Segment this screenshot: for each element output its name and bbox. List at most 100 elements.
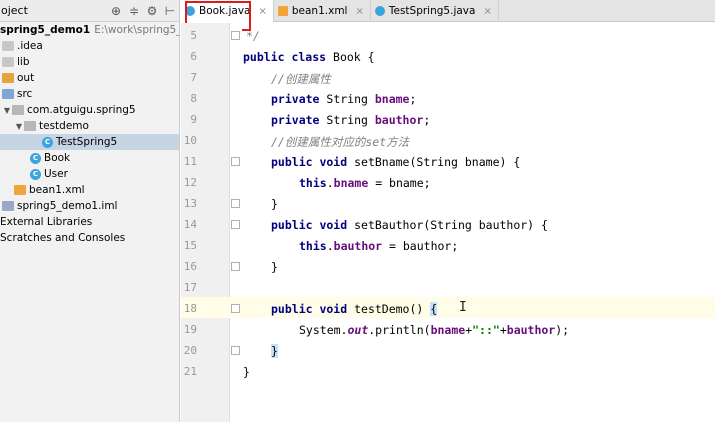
- tree-item-bean1[interactable]: bean1.xml: [14, 182, 85, 198]
- code-line: public void setBauthor(String bauthor) {: [271, 218, 548, 232]
- tree-item-label: bean1.xml: [29, 184, 85, 196]
- fold-marker-icon[interactable]: [231, 199, 240, 208]
- line-number: 5: [190, 29, 197, 42]
- tree-item-label: Book: [44, 152, 71, 164]
- tree-item-book[interactable]: C Book: [30, 150, 70, 166]
- code-line: }: [271, 260, 278, 274]
- tree-item-user[interactable]: C User: [30, 166, 68, 182]
- xml-file-icon: [277, 6, 288, 16]
- code-line: //创建属性对应的set方法: [271, 135, 410, 149]
- code-line: public class Book {: [243, 50, 375, 64]
- fold-marker-icon[interactable]: [231, 31, 240, 40]
- tree-item-label: spring5_demo1: [0, 24, 91, 36]
- code-line: System.out.println(bname+"::"+bauthor);: [299, 323, 570, 337]
- tree-item-out[interactable]: out: [2, 70, 34, 86]
- tree-item-iml[interactable]: spring5_demo1.iml: [2, 198, 117, 214]
- fold-marker-icon[interactable]: [231, 157, 240, 166]
- fold-marker-icon[interactable]: [231, 220, 240, 229]
- fold-marker-icon[interactable]: [231, 304, 240, 313]
- project-panel-title[interactable]: oject: [0, 4, 107, 17]
- editor-tabs: Book.java × bean1.xml × TestSpring5.java…: [181, 0, 715, 22]
- tree-item-label: lib: [17, 56, 30, 68]
- line-number: 14: [183, 218, 197, 231]
- tree-item-testspring5[interactable]: C TestSpring5: [0, 134, 179, 150]
- line-number: 16: [183, 260, 197, 273]
- line-number: 11: [183, 155, 197, 168]
- tree-item-testdemo[interactable]: ▼ testdemo: [14, 118, 89, 134]
- code-line: private String bauthor;: [271, 113, 431, 127]
- code-line: public void testDemo() {: [271, 302, 438, 316]
- class-icon: [374, 6, 385, 16]
- code-line: */: [246, 29, 260, 43]
- module-file-icon: [2, 201, 14, 211]
- line-number: 17: [183, 281, 197, 294]
- chevron-down-icon[interactable]: ▼: [14, 122, 24, 131]
- close-icon[interactable]: ×: [483, 6, 491, 17]
- tree-item-scratches[interactable]: Scratches and Consoles: [0, 230, 125, 246]
- text-cursor-icon: I: [459, 300, 467, 315]
- tree-item-path: E:\work\spring5_demo1: [94, 24, 179, 36]
- close-icon[interactable]: ×: [258, 6, 266, 17]
- line-number: 13: [183, 197, 197, 210]
- tab-label: bean1.xml: [291, 5, 348, 17]
- class-icon: C: [30, 168, 41, 180]
- tree-item-label: .idea: [17, 40, 43, 52]
- line-number: 18: [183, 302, 197, 315]
- tree-item-src[interactable]: src: [2, 86, 32, 102]
- code-line: private String bname;: [271, 92, 417, 106]
- tree-item-label: spring5_demo1.iml: [17, 200, 118, 212]
- tree-item-label: Scratches and Consoles: [0, 232, 126, 244]
- project-panel-header: oject ⊕ ≑ ⚙ ⊢: [0, 0, 179, 22]
- tree-item-label: User: [44, 168, 68, 180]
- code-line: this.bname = bname;: [299, 176, 431, 190]
- line-number: 8: [190, 92, 197, 105]
- tab-bean1-xml[interactable]: bean1.xml ×: [274, 0, 371, 22]
- line-number: 9: [190, 113, 197, 126]
- code-line: public void setBname(String bname) {: [271, 155, 521, 169]
- code-line: this.bauthor = bauthor;: [299, 239, 459, 253]
- chevron-down-icon[interactable]: ▼: [2, 106, 12, 115]
- gear-icon[interactable]: ⚙: [143, 2, 161, 20]
- source-folder-icon: [2, 89, 14, 99]
- package-icon: [24, 121, 36, 131]
- line-number: 15: [183, 239, 197, 252]
- package-icon: [12, 105, 24, 115]
- line-number: 10: [183, 134, 197, 147]
- fold-marker-icon[interactable]: [231, 262, 240, 271]
- tree-item-label: src: [17, 88, 33, 100]
- fold-marker-icon[interactable]: [231, 346, 240, 355]
- folder-icon: [2, 73, 14, 83]
- line-number: 19: [183, 323, 197, 336]
- tree-item-label: TestSpring5: [56, 136, 118, 148]
- tree-item-external-libraries[interactable]: External Libraries: [0, 214, 92, 230]
- code-line: //创建属性: [271, 72, 331, 86]
- collapse-all-icon[interactable]: ≑: [125, 2, 143, 20]
- tree-item-idea[interactable]: .idea: [2, 38, 43, 54]
- tree-item-lib[interactable]: lib: [2, 54, 30, 70]
- folder-icon: [2, 41, 14, 51]
- tree-item-label: testdemo: [39, 120, 89, 132]
- class-icon: C: [42, 136, 53, 148]
- line-number: 21: [183, 365, 197, 378]
- line-number: 7: [190, 71, 197, 84]
- xml-file-icon: [14, 185, 26, 195]
- tab-label: TestSpring5.java: [388, 5, 476, 17]
- project-panel: oject ⊕ ≑ ⚙ ⊢ spring5_demo1 E:\work\spri…: [0, 0, 180, 422]
- class-icon: C: [30, 152, 41, 164]
- code-line: }: [271, 344, 278, 358]
- hide-panel-icon[interactable]: ⊢: [161, 2, 179, 20]
- line-number: 6: [190, 50, 197, 63]
- tree-item-root[interactable]: spring5_demo1 E:\work\spring5_demo1: [0, 22, 179, 38]
- folder-icon: [2, 57, 14, 67]
- tree-item-label: com.atguigu.spring5: [27, 104, 136, 116]
- code-line: }: [243, 365, 250, 379]
- current-line-highlight: [181, 297, 715, 318]
- tree-item-label: External Libraries: [0, 216, 93, 228]
- tree-item-label: out: [17, 72, 35, 84]
- target-icon[interactable]: ⊕: [107, 2, 125, 20]
- line-number: 20: [183, 344, 197, 357]
- close-icon[interactable]: ×: [355, 6, 363, 17]
- tree-item-package[interactable]: ▼ com.atguigu.spring5: [2, 102, 136, 118]
- line-number: 12: [183, 176, 197, 189]
- tab-testspring5-java[interactable]: TestSpring5.java ×: [371, 0, 499, 22]
